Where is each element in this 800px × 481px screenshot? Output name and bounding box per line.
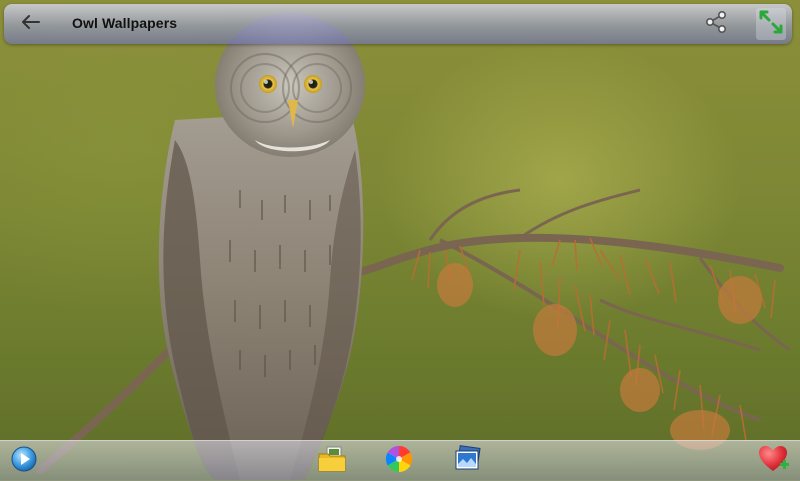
save-to-folder-button[interactable]	[316, 445, 348, 477]
folder-icon	[317, 445, 347, 478]
bottom-toolbar	[0, 440, 800, 481]
share-button[interactable]	[700, 8, 732, 40]
add-favorite-button[interactable]	[758, 445, 790, 477]
gallery-icon	[453, 444, 483, 478]
owl-illustration	[36, 13, 791, 480]
gallery-button[interactable]	[452, 444, 484, 478]
fullscreen-button[interactable]	[756, 8, 786, 40]
back-button[interactable]	[14, 8, 46, 40]
play-slideshow-icon	[10, 445, 38, 478]
fullscreen-arrows-icon	[758, 9, 784, 40]
arrow-left-icon	[20, 14, 40, 35]
color-wheel-icon	[385, 445, 413, 478]
slideshow-button[interactable]	[8, 445, 40, 477]
page-title: Owl Wallpapers	[72, 15, 178, 31]
top-action-bar: Owl Wallpapers	[4, 4, 792, 44]
color-filter-button[interactable]	[383, 445, 415, 477]
favorite-add-icon	[758, 444, 790, 479]
wallpaper-image[interactable]	[0, 0, 800, 480]
share-icon	[704, 10, 728, 39]
